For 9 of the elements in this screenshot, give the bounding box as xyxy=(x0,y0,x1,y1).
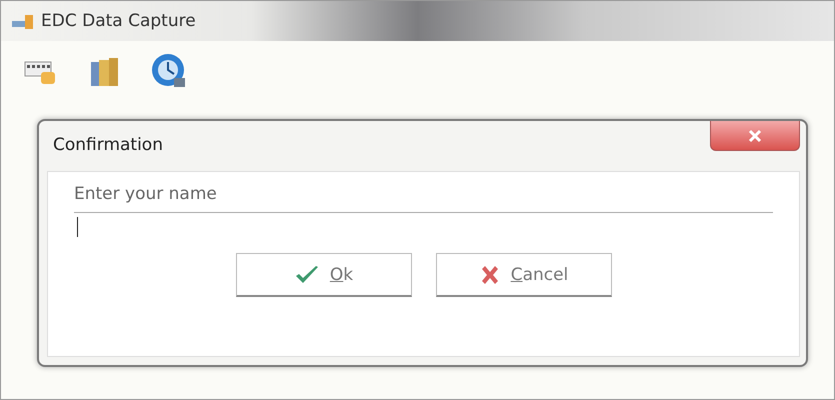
checkmark-icon xyxy=(294,264,320,284)
ok-button[interactable]: Ok xyxy=(236,253,412,297)
clock-icon xyxy=(150,52,188,90)
cancel-button[interactable]: Cancel xyxy=(436,253,612,297)
close-icon xyxy=(748,128,762,142)
field-label: Enter your name xyxy=(74,184,218,204)
window-title: EDC Data Capture xyxy=(41,11,196,31)
close-button[interactable] xyxy=(710,121,800,151)
dialog-title: Confirmation xyxy=(53,135,163,155)
